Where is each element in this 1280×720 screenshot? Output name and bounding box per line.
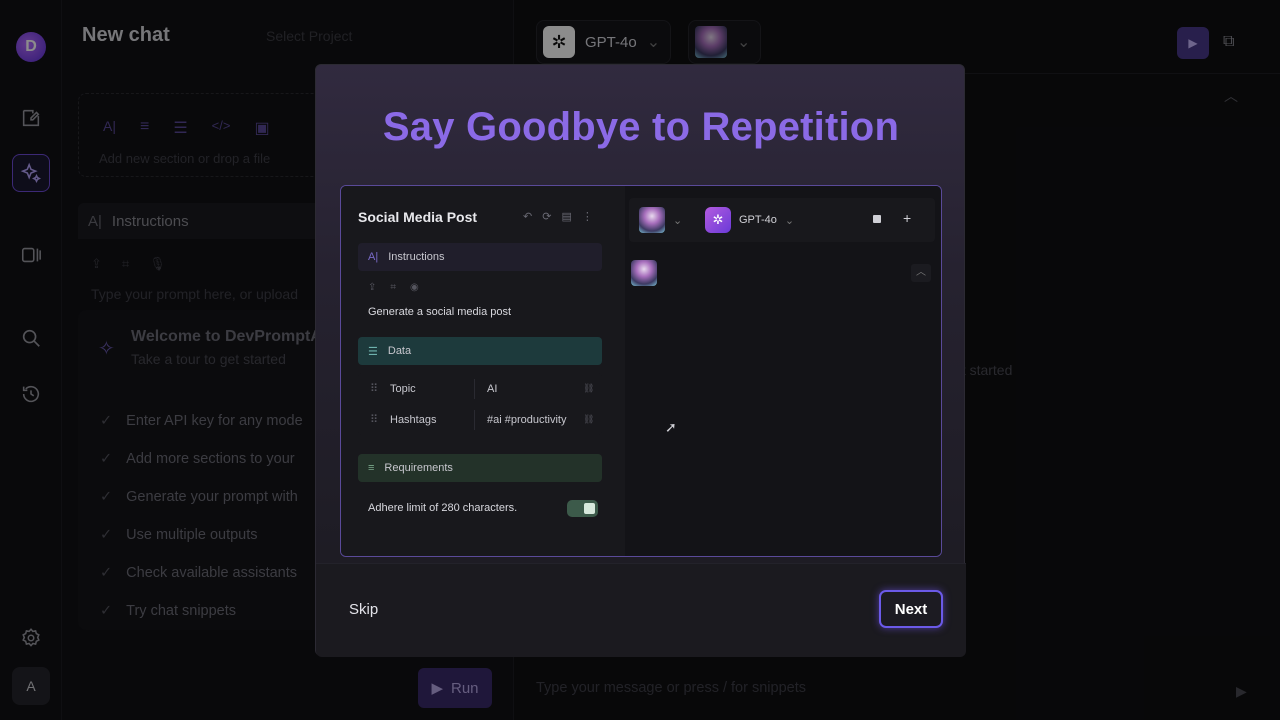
unlink-icon: ⛓ bbox=[583, 383, 595, 393]
preview-instructions-block: A| Instructions bbox=[358, 243, 602, 271]
preview-data-label: Data bbox=[387, 345, 412, 357]
more-icon: ⋮ bbox=[581, 211, 593, 223]
data-key: Topic bbox=[390, 382, 416, 395]
assistant-avatar bbox=[639, 207, 665, 233]
data-value: AI bbox=[487, 382, 498, 395]
row-divider bbox=[474, 378, 475, 399]
data-row: ⠿ Hashtags #ai #productivity ⛓ bbox=[358, 404, 602, 435]
preview-model-selector: ✲ GPT-4o ⌄ bbox=[705, 203, 794, 237]
preview-data-block: ☰ Data bbox=[358, 337, 602, 365]
requirement-toggle bbox=[567, 500, 598, 517]
scan-icon: ⌗ bbox=[390, 282, 397, 293]
modal-footer: Skip Next bbox=[316, 563, 966, 657]
chevron-down-icon: ⌄ bbox=[673, 214, 683, 227]
drag-handle-icon: ⠿ bbox=[370, 383, 379, 395]
preview-assistant-selector: ⌄ bbox=[639, 203, 682, 237]
response-avatar bbox=[631, 260, 657, 286]
row-divider bbox=[474, 409, 475, 430]
stop-icon bbox=[873, 215, 881, 223]
preview-instruction-tools: ⇪ ⌗ ◉ bbox=[368, 282, 419, 293]
plus-icon: + bbox=[903, 210, 912, 226]
preview-requirement-text: Adhere limit of 280 characters. bbox=[368, 502, 518, 514]
preview-data-header: ☰ Data bbox=[358, 337, 602, 365]
preview-requirements-block: ≡ Requirements bbox=[358, 454, 602, 482]
undo-icon: ↶ bbox=[523, 211, 533, 223]
next-button[interactable]: Next bbox=[879, 590, 943, 628]
drag-handle-icon: ⠿ bbox=[370, 414, 379, 426]
collapse-icon: ︿ bbox=[911, 264, 931, 282]
data-key: Hashtags bbox=[390, 413, 437, 426]
data-row: ⠿ Topic AI ⛓ bbox=[358, 373, 602, 404]
chevron-down-icon: ⌄ bbox=[784, 214, 795, 227]
preview-prompt-panel: Social Media Post ↶ ⟳ ▤ ⋮ A| Instruction… bbox=[341, 186, 625, 556]
preview-data-rows: ⠿ Topic AI ⛓ ⠿ Hashtags #ai #productivit… bbox=[358, 373, 602, 435]
text-icon: A| bbox=[368, 251, 379, 263]
mouse-cursor-icon: ➚ bbox=[665, 419, 677, 435]
preview-requirements-header: ≡ Requirements bbox=[358, 454, 602, 482]
refresh-icon: ⟳ bbox=[542, 211, 552, 223]
save-icon: ▤ bbox=[561, 211, 572, 223]
data-value: #ai #productivity bbox=[487, 413, 567, 426]
preview-toolbar: ↶ ⟳ ▤ ⋮ bbox=[523, 210, 593, 223]
preview-title: Social Media Post bbox=[358, 209, 478, 225]
preview-model-name: GPT-4o bbox=[739, 214, 777, 226]
upload-icon: ⇪ bbox=[368, 282, 377, 293]
skip-button[interactable]: Skip bbox=[349, 601, 378, 618]
list-icon: ≡ bbox=[368, 462, 375, 474]
openai-icon: ✲ bbox=[705, 207, 731, 233]
microphone-icon: ◉ bbox=[410, 282, 419, 293]
onboarding-modal: Say Goodbye to Repetition Social Media P… bbox=[315, 64, 966, 657]
unlink-icon: ⛓ bbox=[583, 414, 595, 424]
preview-instructions-header: A| Instructions bbox=[358, 243, 602, 271]
preview-instruction-text: Generate a social media post bbox=[368, 306, 512, 318]
preview-chat-panel: ⌄ ✲ GPT-4o ⌄ + ︿ ➚ bbox=[625, 186, 941, 556]
modal-headline: Say Goodbye to Repetition bbox=[382, 105, 900, 149]
feature-preview: Social Media Post ↶ ⟳ ▤ ⋮ A| Instruction… bbox=[340, 185, 942, 557]
list-icon: ☰ bbox=[368, 345, 378, 358]
preview-requirements-label: Requirements bbox=[384, 462, 453, 474]
preview-instructions-label: Instructions bbox=[388, 251, 445, 263]
